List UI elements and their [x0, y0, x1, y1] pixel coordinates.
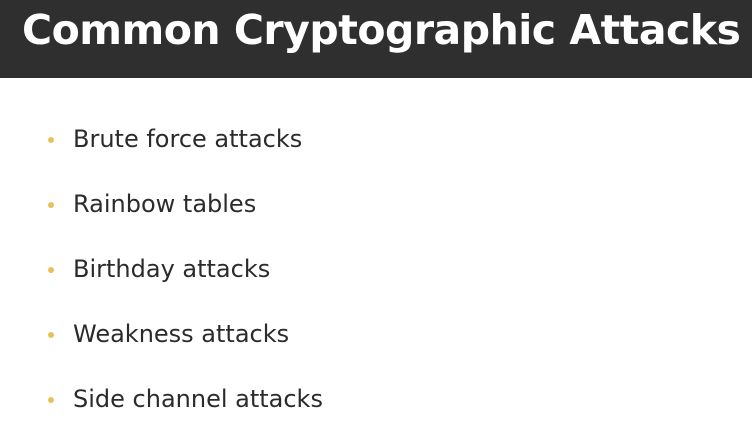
bullet-item-weakness: Weakness attacks — [0, 302, 323, 367]
bullet-dot-icon — [48, 397, 54, 403]
title-bar: Common Cryptographic Attacks — [0, 0, 752, 78]
bullet-text: Birthday attacks — [73, 255, 271, 283]
bullet-list: Brute force attacks Rainbow tables Birth… — [0, 107, 323, 421]
slide-title: Common Cryptographic Attacks — [22, 6, 741, 54]
bullet-dot-icon — [48, 332, 54, 338]
bullet-text: Brute force attacks — [73, 125, 303, 153]
bullet-item-birthday: Birthday attacks — [0, 237, 323, 302]
bullet-item-rainbow-tables: Rainbow tables — [0, 172, 323, 237]
bullet-dot-icon — [48, 202, 54, 208]
bullet-text: Rainbow tables — [73, 190, 257, 218]
bullet-item-brute-force: Brute force attacks — [0, 107, 323, 172]
bullet-item-side-channel: Side channel attacks — [0, 367, 323, 421]
bullet-dot-icon — [48, 137, 54, 143]
slide: Common Cryptographic Attacks Brute force… — [0, 0, 752, 421]
bullet-text: Side channel attacks — [73, 385, 323, 413]
bullet-text: Weakness attacks — [73, 320, 290, 348]
bullet-dot-icon — [48, 267, 54, 273]
